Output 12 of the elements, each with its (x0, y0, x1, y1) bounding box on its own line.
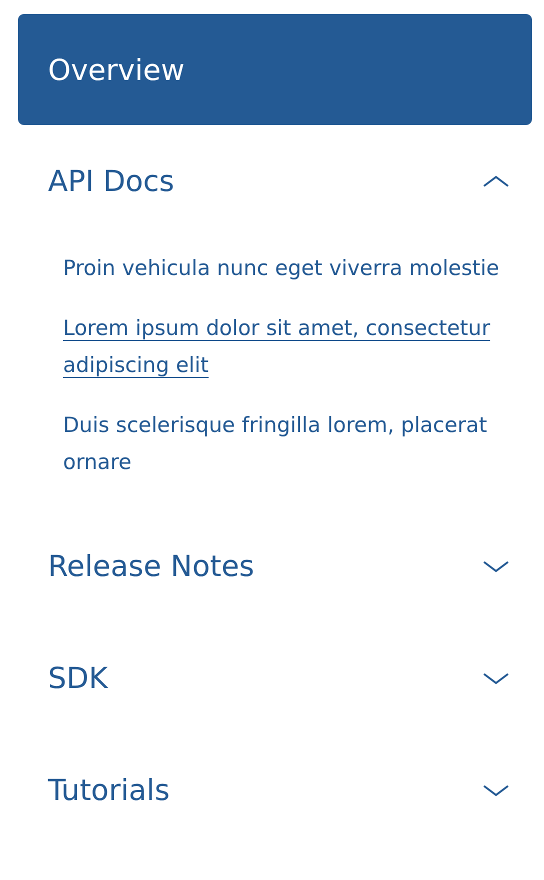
overview-link[interactable]: Overview (18, 14, 532, 125)
section-header[interactable]: Tutorials (0, 734, 544, 846)
section-header[interactable]: API Docs (0, 125, 544, 237)
doc-link[interactable]: Duis scelerisque fringilla lorem, placerat ornare (63, 407, 504, 481)
doc-link[interactable]: Lorem ipsum dolor sit amet, consectetur adipiscing elit (63, 310, 504, 384)
section-header[interactable]: Release Notes (0, 510, 544, 622)
section-title: Tutorials (48, 773, 170, 807)
doc-link[interactable]: Proin vehicula nunc eget viverra molestie (63, 250, 504, 287)
section-title: SDK (48, 661, 108, 695)
section-title: Release Notes (48, 549, 254, 583)
section-title: API Docs (48, 164, 174, 198)
section-header[interactable]: SDK (0, 622, 544, 734)
